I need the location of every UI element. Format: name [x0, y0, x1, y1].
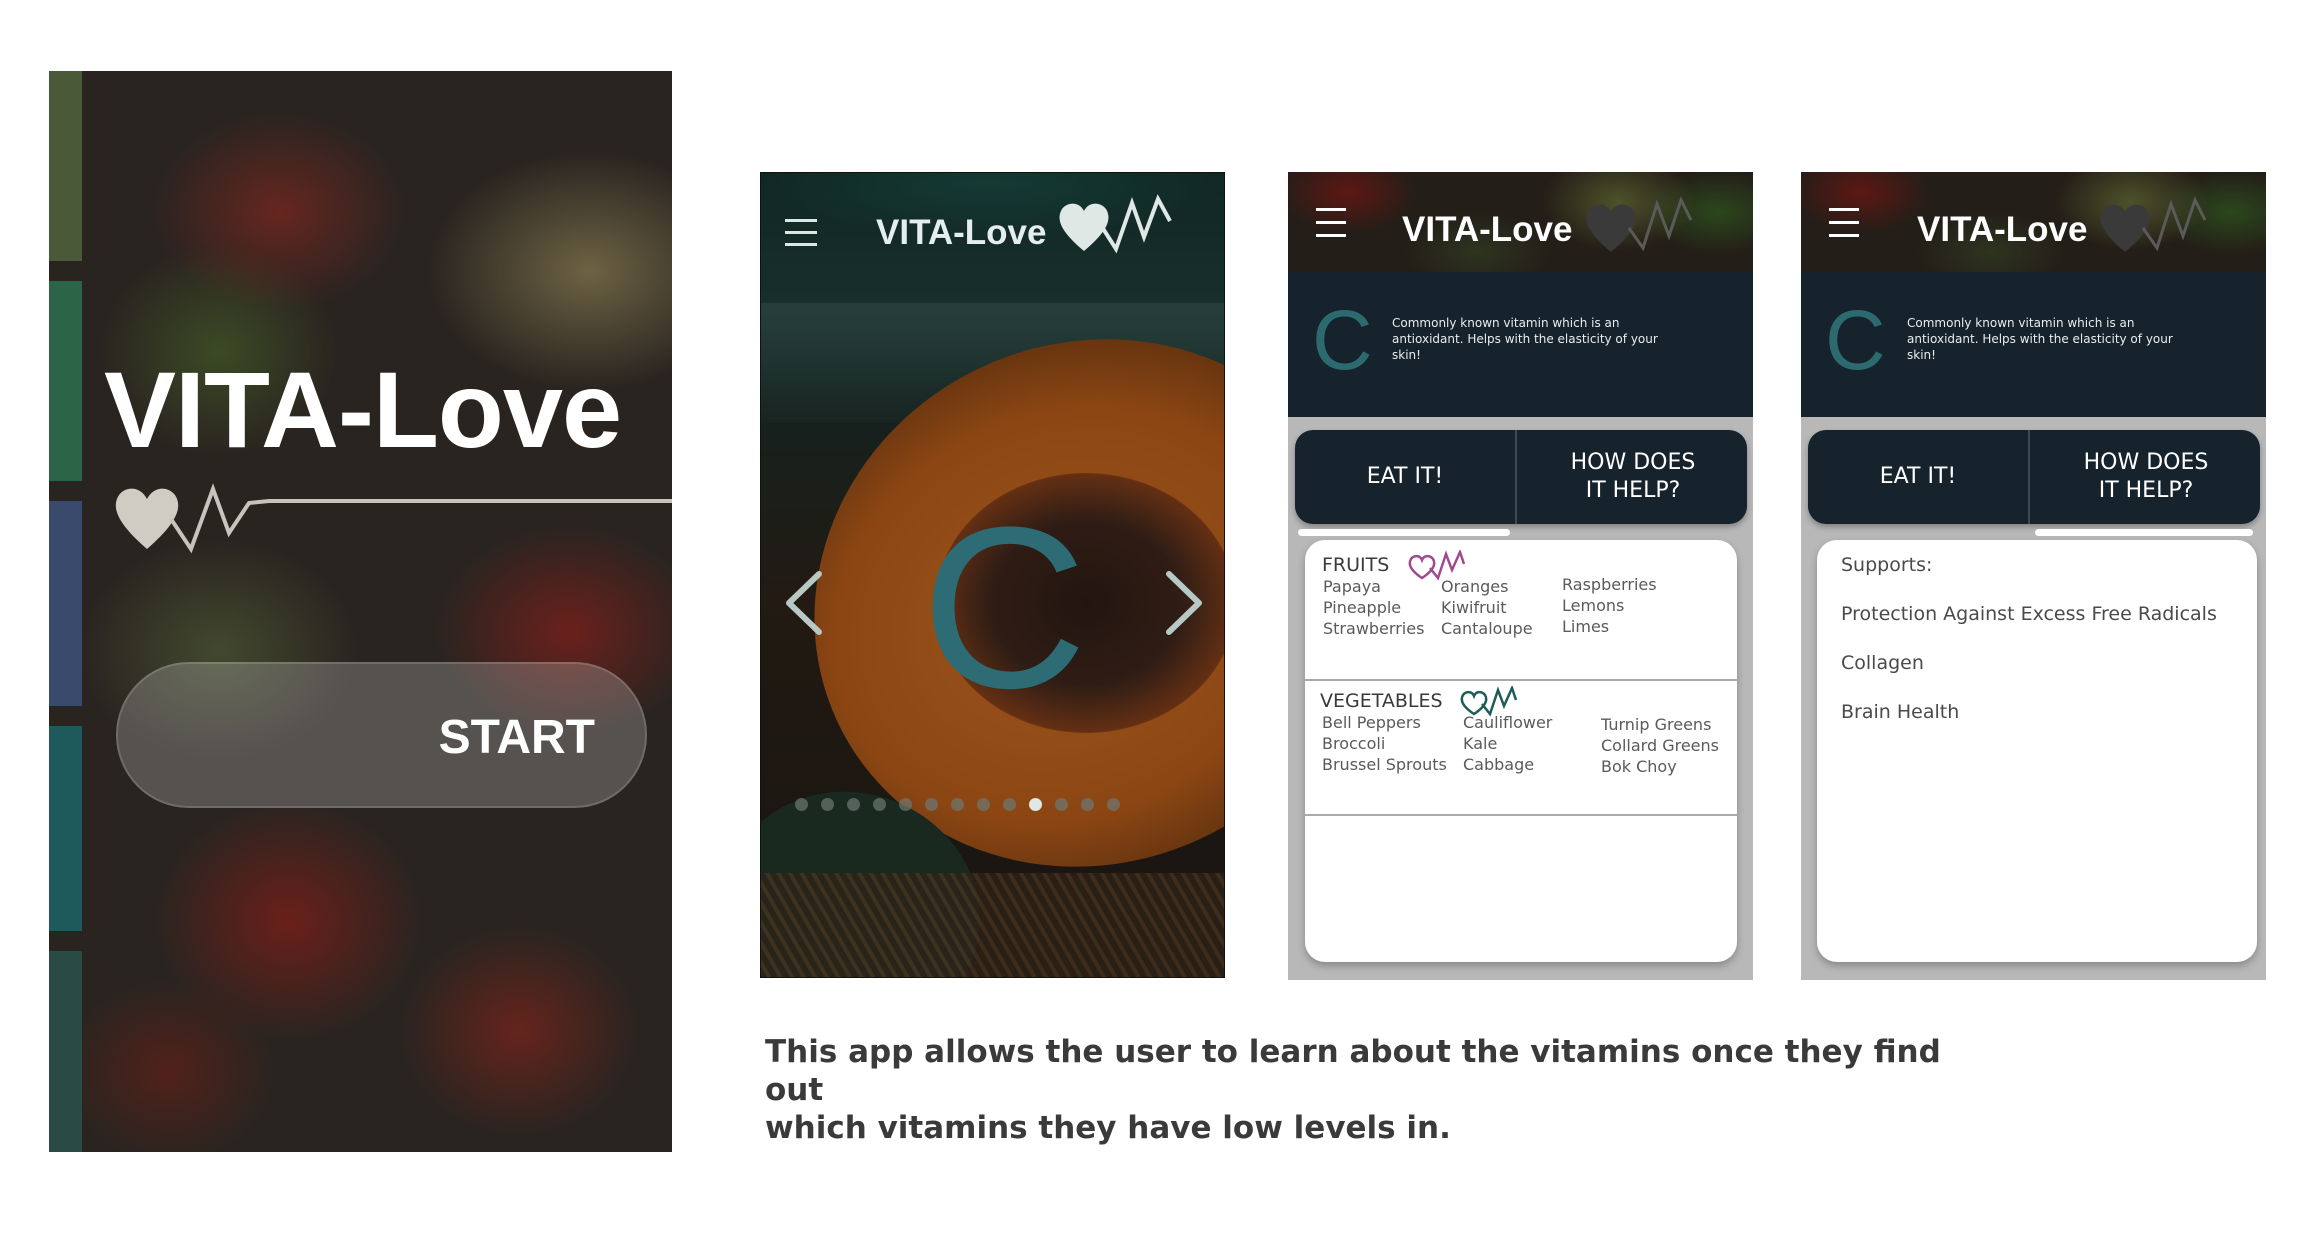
fruits-column-1: Papaya Pineapple Strawberries	[1323, 576, 1424, 639]
food-item: Collard Greens	[1601, 736, 1719, 755]
start-button-label: START	[438, 711, 595, 764]
tab-eat-it[interactable]: EAT IT!	[1295, 430, 1515, 524]
vitamin-description: Commonly known vitamin which is an antio…	[1392, 316, 1658, 362]
carousel-dot[interactable]	[977, 798, 990, 811]
carousel-dot[interactable]	[1055, 798, 1068, 811]
vitamin-info-panel: C Commonly known vitamin which is an ant…	[1288, 272, 1753, 417]
eat-it-screen: VITA-Love C Commonly known vitamin which…	[1288, 172, 1753, 980]
carousel-dot[interactable]	[795, 798, 808, 811]
vegetables-header: VEGETABLES	[1320, 690, 1443, 712]
vitamin-info-panel: C Commonly known vitamin which is an ant…	[1801, 272, 2266, 417]
color-strip	[49, 71, 82, 261]
heart-pulse-logo-icon	[1586, 196, 1693, 252]
splash-screen: VITA-Love START	[49, 71, 672, 1152]
benefits-card: Supports: Protection Against Excess Free…	[1817, 540, 2257, 962]
food-item: Strawberries	[1323, 619, 1425, 638]
food-item: Kale	[1463, 734, 1498, 753]
food-item: Limes	[1562, 617, 1610, 636]
carousel-dot[interactable]	[899, 798, 912, 811]
app-title: VITA-Love	[1402, 210, 1573, 249]
heart-pulse-logo-icon	[1059, 194, 1172, 254]
app-title: VITA-Love	[876, 213, 1047, 252]
heart-pulse-logo-icon	[115, 483, 672, 554]
fruits-header: FRUITS	[1322, 554, 1390, 576]
food-item: Oranges	[1441, 577, 1509, 596]
app-title: VITA-Love	[104, 349, 622, 470]
food-sources-card: FRUITS Papaya Pineapple Strawberries Ora…	[1305, 540, 1737, 962]
color-strip	[49, 501, 82, 706]
vitamin-carousel-screen: VITA-Love C	[760, 172, 1225, 978]
tab-eat-it-label: EAT IT!	[1879, 464, 1957, 489]
hamburger-icon[interactable]	[1316, 208, 1346, 247]
benefit-item: Collagen	[1841, 652, 1924, 674]
food-item: Lemons	[1562, 596, 1625, 615]
tab-eat-it-label: EAT IT!	[1366, 464, 1444, 489]
tab-how-label: HOW DOES IT HELP?	[1570, 450, 1696, 503]
food-item: Bell Peppers	[1322, 713, 1421, 732]
food-item: Bok Choy	[1601, 757, 1677, 776]
carousel-dot[interactable]	[821, 798, 834, 811]
vegetables-column-1: Bell Peppers Broccoli Brussel Sprouts	[1322, 712, 1447, 775]
carousel-dot[interactable]	[1029, 798, 1042, 811]
carousel-dot[interactable]	[873, 798, 886, 811]
chevron-right-icon[interactable]	[1161, 568, 1207, 638]
carousel-dot[interactable]	[847, 798, 860, 811]
benefit-item: Protection Against Excess Free Radicals	[1841, 603, 2217, 625]
food-item: Turnip Greens	[1601, 715, 1712, 734]
header-bar: VITA-Love	[1288, 172, 1753, 272]
food-item: Cabbage	[1463, 755, 1535, 774]
heart-pulse-logo-icon	[2100, 196, 2207, 252]
caption-line: which vitamins they have low levels in.	[765, 1110, 1451, 1146]
food-item: Cauliflower	[1463, 713, 1553, 732]
active-tab-indicator	[2035, 529, 2253, 536]
vegetables-column-2: Cauliflower Kale Cabbage	[1463, 712, 1552, 775]
tab-bar: EAT IT! HOW DOES IT HELP?	[1808, 430, 2260, 524]
supports-header: Supports:	[1841, 554, 1933, 576]
how-does-it-help-screen: VITA-Love C Commonly known vitamin which…	[1801, 172, 2266, 980]
tab-bar: EAT IT! HOW DOES IT HELP?	[1295, 430, 1747, 524]
vitamin-letter: C	[1312, 293, 1373, 387]
vegetables-column-3: Turnip Greens Collard Greens Bok Choy	[1601, 714, 1719, 777]
tab-eat-it[interactable]: EAT IT!	[1808, 430, 2028, 524]
carousel-dot[interactable]	[925, 798, 938, 811]
tab-how-does-it-help[interactable]: HOW DOES IT HELP?	[2028, 430, 2262, 524]
hamburger-icon[interactable]	[785, 219, 817, 255]
vitamin-letter: C	[1825, 293, 1886, 387]
color-strip	[49, 726, 82, 931]
carousel-dot[interactable]	[951, 798, 964, 811]
food-item: Pineapple	[1323, 598, 1402, 617]
caption-line: This app allows the user to learn about …	[765, 1034, 1941, 1108]
active-tab-indicator	[1298, 529, 1510, 536]
fruits-column-3: Raspberries Lemons Limes	[1562, 574, 1657, 637]
vitamin-letter: C	[921, 479, 1088, 736]
chevron-left-icon[interactable]	[781, 568, 827, 638]
section-divider	[1305, 679, 1737, 681]
tab-how-does-it-help[interactable]: HOW DOES IT HELP?	[1515, 430, 1749, 524]
food-item: Broccoli	[1322, 734, 1386, 753]
food-item: Cantaloupe	[1441, 619, 1533, 638]
description-caption: This app allows the user to learn about …	[765, 1033, 1965, 1147]
carousel-dots	[795, 798, 1120, 811]
carousel-dot[interactable]	[1081, 798, 1094, 811]
color-strip	[49, 281, 82, 481]
tab-how-label: HOW DOES IT HELP?	[2083, 450, 2209, 503]
fruits-column-2: Oranges Kiwifruit Cantaloupe	[1441, 576, 1533, 639]
header-bar: VITA-Love	[1801, 172, 2266, 272]
food-item: Raspberries	[1562, 575, 1657, 594]
benefit-item: Brain Health	[1841, 701, 1960, 723]
food-item: Brussel Sprouts	[1322, 755, 1447, 774]
section-divider	[1305, 814, 1737, 816]
app-title: VITA-Love	[1917, 210, 2088, 249]
food-item: Papaya	[1323, 577, 1381, 596]
start-button[interactable]: START	[116, 662, 647, 808]
carousel-dot[interactable]	[1107, 798, 1120, 811]
vitamin-description: Commonly known vitamin which is an antio…	[1907, 316, 2173, 362]
hamburger-icon[interactable]	[1829, 208, 1859, 247]
color-strip	[49, 951, 82, 1152]
carousel-dot[interactable]	[1003, 798, 1016, 811]
food-item: Kiwifruit	[1441, 598, 1507, 617]
